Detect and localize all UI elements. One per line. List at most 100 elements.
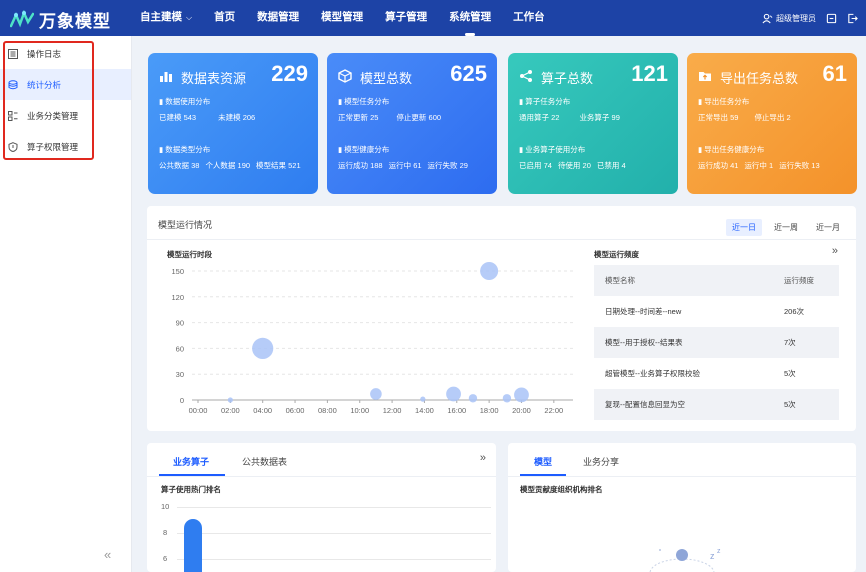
chevron-down-icon: ⌵ bbox=[186, 13, 193, 22]
stat-value: 业务算子 99 bbox=[579, 113, 620, 122]
stat-card-exports: 导出任务总数 61 ▮ 导出任务分布 正常导出 59 停止导出 2 ▮ 导出任务健… bbox=[687, 53, 857, 194]
table-row[interactable]: 日期处理--时间差--new 206次 bbox=[594, 296, 839, 327]
tab-business-operator[interactable]: 业务算子 bbox=[173, 455, 209, 468]
nav-label: 模型管理 bbox=[321, 11, 364, 23]
data-point bbox=[446, 386, 461, 402]
svg-text:z: z bbox=[717, 548, 721, 555]
stat-value: 运行中 1 bbox=[744, 161, 774, 170]
logout-icon[interactable] bbox=[847, 13, 858, 24]
app-name: 万象模型 bbox=[39, 12, 111, 31]
panel-title: 模型运行情况 bbox=[158, 220, 213, 230]
sidebar-item-label: 业务分类管理 bbox=[27, 110, 79, 121]
stat-value: 公共数据 38 bbox=[159, 161, 200, 170]
nav-label: 首页 bbox=[214, 11, 236, 23]
range-week-button[interactable]: 近一周 bbox=[768, 219, 804, 236]
data-point bbox=[252, 337, 274, 359]
model-name: 超管模型--业务算子权限校验 bbox=[605, 369, 700, 378]
table-row[interactable]: 超管模型--业务算子权限校验 5次 bbox=[594, 358, 839, 389]
card-title: 算子总数 bbox=[541, 71, 594, 86]
stat-value: 正常更新 25 bbox=[338, 113, 379, 122]
stat-value: 运行失败 13 bbox=[779, 161, 820, 170]
document-icon[interactable] bbox=[826, 13, 837, 24]
nav-item-model[interactable]: 模型管理 bbox=[321, 0, 363, 36]
table-title: 模型运行频度 bbox=[594, 250, 639, 259]
user-menu[interactable]: 超级管理员 bbox=[762, 13, 816, 24]
stat-value: 已启用 74 bbox=[519, 161, 552, 170]
card-title: 模型总数 bbox=[360, 71, 413, 86]
stat-value: 已建模 543 bbox=[159, 113, 197, 122]
nav-label: 系统管理 bbox=[449, 11, 492, 23]
card-stats-row: 正常导出 59 停止导出 2 bbox=[698, 112, 791, 123]
collapse-sidebar-icon[interactable]: « bbox=[104, 547, 111, 562]
y-tick: 6 bbox=[163, 554, 168, 563]
x-tick-label: 04:00 bbox=[253, 406, 272, 415]
sidebar-item-operator-permission[interactable]: 算子权限管理 bbox=[0, 131, 131, 162]
divider bbox=[147, 476, 496, 477]
share-icon bbox=[520, 70, 532, 82]
card-value: 625 bbox=[450, 61, 487, 86]
data-point bbox=[468, 394, 478, 403]
stat-value: 运行成功 41 bbox=[698, 161, 739, 170]
sidebar-item-statistics[interactable]: 统计分析 bbox=[0, 69, 131, 100]
nav-item-data[interactable]: 数据管理 bbox=[257, 0, 299, 36]
card-section-title: ▮ 算子任务分布 bbox=[519, 97, 571, 106]
table-row[interactable]: 复现--配置信息回显为空 5次 bbox=[594, 389, 839, 420]
table-header: 模型名称 运行频度 bbox=[594, 265, 839, 296]
nav-item-system[interactable]: 系统管理 bbox=[449, 0, 491, 36]
top-navigation-bar: 万象模型 自主建模 ⌵ 首页 数据管理 模型管理 算子管理 系统管理 工作台 超级… bbox=[0, 0, 866, 36]
folder-export-icon bbox=[699, 72, 711, 81]
y-tick-label: 0 bbox=[180, 396, 184, 405]
gridline bbox=[177, 559, 491, 560]
card-section-title: ▮ 导出任务分布 bbox=[698, 97, 750, 106]
nav-item-modeling[interactable]: 自主建模 ⌵ bbox=[140, 0, 192, 36]
tab-public-tables[interactable]: 公共数据表 bbox=[242, 455, 287, 468]
x-tick-label: 12:00 bbox=[383, 406, 402, 415]
column-header: 运行频度 bbox=[784, 276, 814, 285]
range-day-button[interactable]: 近一日 bbox=[726, 219, 762, 236]
nav-item-workbench[interactable]: 工作台 bbox=[513, 0, 545, 36]
expand-icon[interactable]: » bbox=[480, 452, 486, 464]
table-row[interactable]: 模型--用于授权--结果表 7次 bbox=[594, 327, 839, 358]
divider bbox=[147, 239, 856, 240]
y-tick-label: 60 bbox=[176, 344, 184, 353]
nav-label: 数据管理 bbox=[257, 11, 300, 23]
chart-title: 模型贡献度组织机构排名 bbox=[520, 485, 603, 494]
card-section-title: ▮ 数据使用分布 bbox=[159, 97, 211, 106]
tab-model[interactable]: 模型 bbox=[534, 455, 552, 468]
logo-icon bbox=[10, 9, 34, 27]
data-point bbox=[502, 394, 512, 403]
model-run-panel: 模型运行情况 近一日 近一周 近一月 模型运行时段 0 30 60 90 120 150 0… bbox=[147, 206, 856, 431]
run-time-chart: 0 30 60 90 120 150 00:00 02:00 04:00 06:00 08:00 10… bbox=[171, 262, 573, 415]
cube-icon bbox=[338, 69, 352, 83]
data-point bbox=[480, 262, 499, 280]
stat-value: 通用算子 22 bbox=[519, 113, 560, 122]
run-count: 5次 bbox=[784, 369, 796, 378]
category-icon bbox=[7, 110, 18, 121]
sidebar-item-operation-log[interactable]: 操作日志 bbox=[0, 38, 131, 69]
sidebar-item-label: 统计分析 bbox=[27, 79, 62, 90]
run-count: 206次 bbox=[784, 307, 805, 316]
expand-icon[interactable]: » bbox=[832, 245, 838, 257]
sidebar-item-category[interactable]: 业务分类管理 bbox=[0, 100, 131, 131]
card-title: 导出任务总数 bbox=[720, 71, 799, 86]
user-name: 超级管理员 bbox=[776, 13, 816, 23]
nav-item-home[interactable]: 首页 bbox=[214, 0, 235, 36]
app-logo[interactable]: 万象模型 bbox=[10, 7, 111, 32]
stat-card-models: 模型总数 625 ▮ 模型任务分布 正常更新 25 停止更新 600 ▮ 模型健康… bbox=[327, 53, 497, 194]
card-stats-row: 运行成功 41 运行中 1 运行失败 13 bbox=[698, 160, 820, 171]
stat-value: 待使用 20 bbox=[557, 161, 591, 170]
tab-business-share[interactable]: 业务分享 bbox=[583, 455, 619, 468]
divider bbox=[508, 476, 856, 477]
range-month-button[interactable]: 近一月 bbox=[810, 219, 846, 236]
gridline bbox=[177, 533, 491, 534]
x-tick-label: 06:00 bbox=[286, 406, 305, 415]
run-count: 5次 bbox=[784, 400, 796, 409]
x-tick-label: 20:00 bbox=[512, 406, 531, 415]
card-stats-row: 通用算子 22 业务算子 99 bbox=[519, 112, 620, 123]
sidebar: 操作日志 统计分析 业务分类管理 算子权限管理 « bbox=[0, 36, 132, 572]
card-value: 121 bbox=[631, 61, 668, 86]
nav-item-operator[interactable]: 算子管理 bbox=[385, 0, 427, 36]
operator-panel: 业务算子 公共数据表 » 算子使用热门排名 10 8 6 bbox=[147, 443, 496, 572]
gridline bbox=[177, 507, 491, 508]
bar[interactable] bbox=[184, 519, 202, 572]
